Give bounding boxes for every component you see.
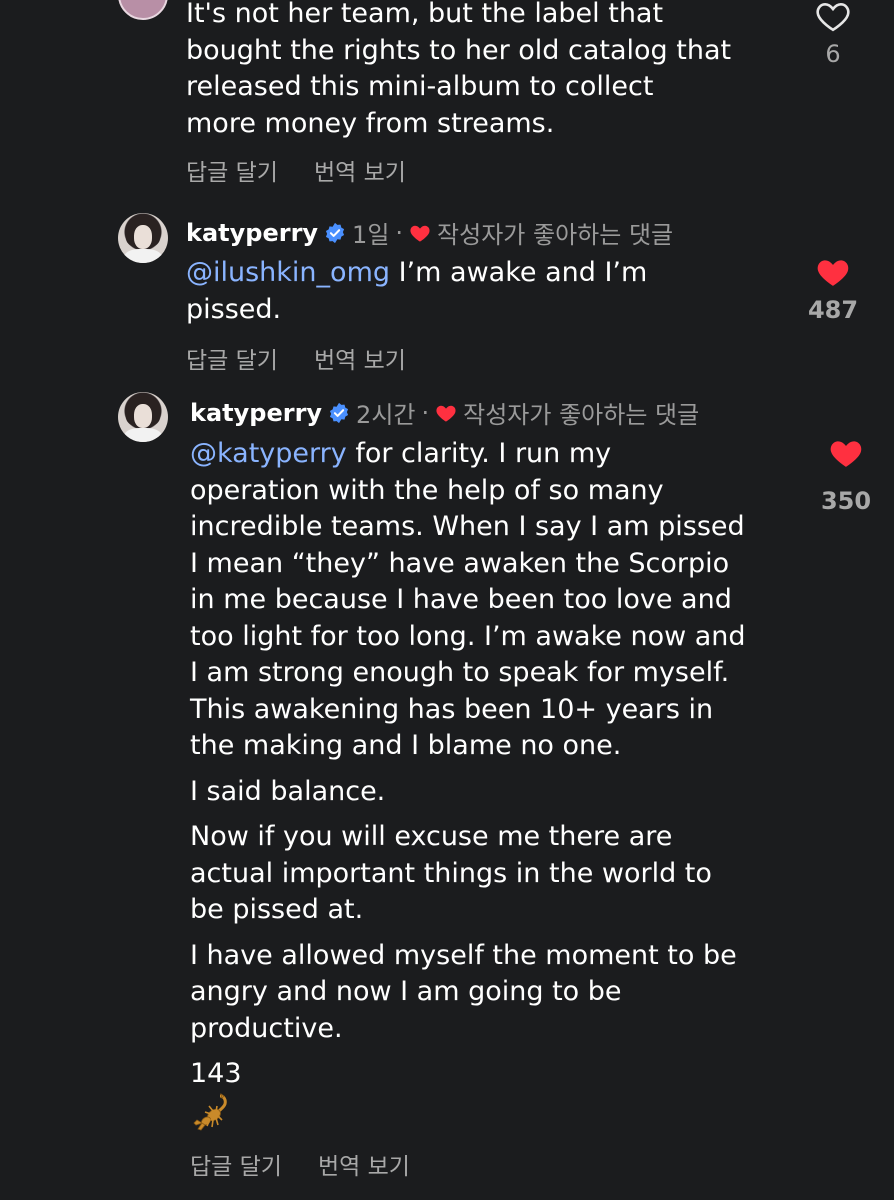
mention-link[interactable]: @ilushkin_omg [186,257,390,288]
reply-button[interactable]: 답글 달기 [186,341,278,375]
comment-paragraph: 143 [190,1056,746,1093]
see-translation-button[interactable]: 번역 보기 [314,153,406,187]
comment-time: 2시간 [356,401,416,429]
heart-outline-icon[interactable] [815,0,851,32]
avatar[interactable] [118,0,168,20]
heart-filled-icon[interactable] [828,437,864,469]
liked-by-creator-label: 작성자가 좋아하는 댓글 [437,221,674,249]
comment-body: @katyperry for clarity. I run my operati… [190,436,746,1102]
mention-link[interactable]: @katyperry [190,438,347,469]
username[interactable]: katyperry [190,399,322,427]
reply-button[interactable]: 답글 달기 [186,153,278,187]
heart-filled-icon[interactable] [815,256,851,288]
comment-line: Now if you will excuse me there are [190,821,673,852]
verified-badge-icon [329,402,349,423]
comment-line: released this mini-album to collect [186,71,654,102]
comment-line: operation with the help of so many [190,474,664,506]
comment-line: actual important things in the world to [190,857,712,889]
see-translation-button[interactable]: 번역 보기 [314,341,406,375]
verified-badge-icon [325,222,345,243]
comment-line: more money from streams. [186,107,555,139]
comment-body: It's not her team, but the label that bo… [186,0,731,142]
comment-line: productive. [190,1012,343,1044]
comment-line: be pissed at. [190,894,364,925]
comment-line: I mean “they” have awaken the Scorpio [190,547,730,579]
username[interactable]: katyperry [186,219,318,247]
liked-by-creator-label: 작성자가 좋아하는 댓글 [463,401,700,429]
comment-line: incredible teams. When I say I am pissed [190,511,745,542]
see-translation-button[interactable]: 번역 보기 [318,1147,410,1181]
reply-button[interactable]: 답글 달기 [190,1147,282,1181]
comment-line: @ilushkin_omg I’m awake and I’m [186,255,647,292]
like-count: 487 [807,296,859,324]
comment-line: 143 [190,1058,242,1089]
comment-line: the making and I blame no one. [190,730,622,761]
comment-text: for clarity. I run my [346,438,612,469]
avatar-shirt [124,249,162,263]
separator-dot: · [421,398,430,427]
heart-icon [436,405,456,422]
comment-line: pissed. [186,293,282,325]
comment-line: It's not her team, but the label that [186,0,664,29]
comment-line: I have allowed myself the moment to be [190,939,737,971]
comment-paragraph: @katyperry for clarity. I run my operati… [190,436,746,765]
comment-line: in me because I have been too love and [190,584,732,615]
comment-line: angry and now I am going to be [190,976,622,1007]
scorpion-emoji [193,1093,227,1131]
comment-header: katyperry 2시간 · 작성자가 좋아하는 댓글 [190,395,699,430]
comment-line: too light for too long. I’m awake now an… [190,620,746,652]
avatar-face [134,404,152,428]
comment-text: I’m awake and I’m [390,257,648,288]
comment-line: I am strong enough to speak for myself. [190,657,730,688]
heart-icon [410,225,430,242]
comment-actions: 답글 달기 번역 보기 [190,1147,410,1181]
avatar[interactable] [118,392,168,442]
comment-time: 1일 [352,221,390,249]
like-column: 350 [816,437,876,515]
avatar-shirt [124,428,162,442]
comments-thread: It's not her team, but the label that bo… [0,0,894,1200]
like-column: 6 [803,0,863,68]
comment-paragraph: Now if you will excuse me there are actu… [190,819,746,929]
comment-header: katyperry 1일 · 작성자가 좋아하는 댓글 [186,215,673,250]
separator-dot: · [395,218,404,247]
avatar[interactable] [118,213,168,263]
like-column: 487 [803,256,863,324]
like-count: 6 [825,40,841,68]
comment-line: I said balance. [190,775,386,807]
comment-line: bought the rights to her old catalog tha… [186,34,732,66]
comment-paragraph: I have allowed myself the moment to be a… [190,938,746,1048]
comment-actions: 답글 달기 번역 보기 [186,341,406,375]
like-count: 350 [820,487,872,515]
comment-paragraph: I said balance. [190,774,746,811]
avatar-face [134,225,152,249]
comment-line: This awakening has been 10+ years in [190,693,714,725]
comment-body: @ilushkin_omg I’m awake and I’m pissed. [186,255,647,328]
comment-actions: 답글 달기 번역 보기 [186,153,406,187]
comment-line: @katyperry for clarity. I run my [190,436,746,473]
